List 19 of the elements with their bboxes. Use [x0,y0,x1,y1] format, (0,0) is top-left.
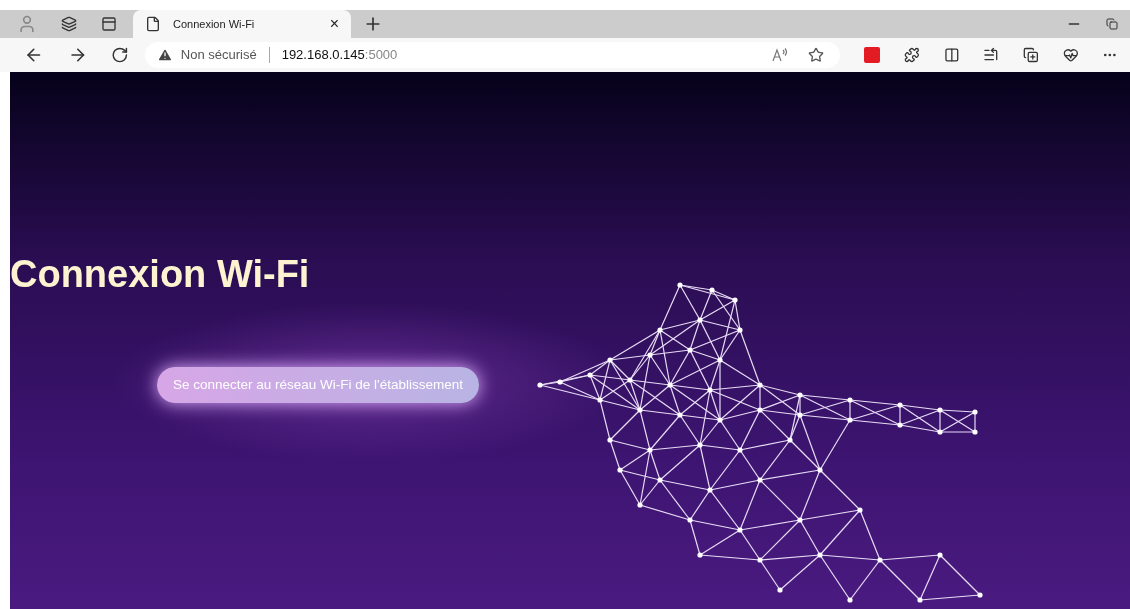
read-aloud-icon[interactable] [772,47,789,63]
address-bar[interactable]: Non sécurisé 192.168.0.145:5000 [144,42,841,68]
tab-close-button[interactable]: × [329,12,339,36]
page-title: Connexion Wi-Fi [10,252,310,297]
favorite-star-icon[interactable] [808,47,825,63]
page-icon [145,16,161,32]
url-text: 192.168.0.145:5000 [281,46,399,65]
browser-health-icon[interactable] [1062,47,1079,63]
extensions-icon[interactable] [904,47,920,63]
split-screen-icon[interactable] [943,47,960,63]
browser-tab[interactable]: Connexion Wi-Fi × [133,10,351,38]
collections-add-icon[interactable] [1023,47,1039,63]
restore-icon[interactable] [1106,18,1118,30]
warning-icon [156,47,173,63]
refresh-icon[interactable] [111,46,129,64]
tab-actions-icon[interactable] [101,16,117,32]
tab-title: Connexion Wi-Fi [173,16,256,32]
security-label: Non sécurisé [180,46,257,65]
extension-icon[interactable] [864,47,881,63]
